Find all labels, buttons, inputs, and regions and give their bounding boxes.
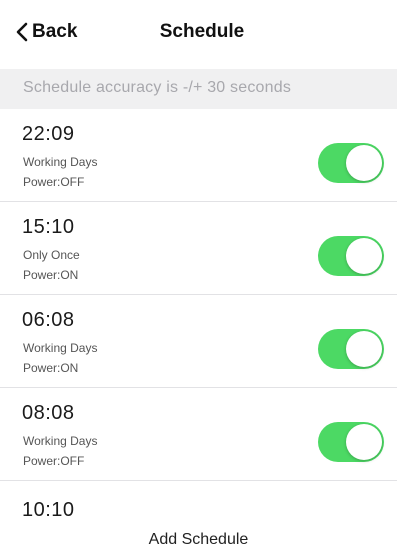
schedule-item[interactable]: 06:08 Working Days Power:ON [0, 295, 397, 388]
schedule-time: 15:10 [22, 216, 75, 238]
info-banner-text: Schedule accuracy is -/+ 30 seconds [23, 79, 292, 96]
schedule-repeat: Working Days [23, 341, 98, 355]
page-title: Schedule [159, 21, 245, 42]
schedule-toggle[interactable] [318, 236, 384, 276]
toggle-knob [346, 145, 382, 181]
schedule-time: 10:10 [22, 499, 75, 521]
schedule-item[interactable]: 15:10 Only Once Power:ON [0, 202, 397, 295]
schedule-power: Power:ON [23, 361, 79, 375]
schedule-toggle[interactable] [318, 422, 384, 462]
schedule-item[interactable]: 08:08 Working Days Power:OFF [0, 388, 397, 481]
toggle-knob [346, 238, 382, 274]
add-schedule-button[interactable]: Add Schedule [0, 523, 397, 557]
toggle-knob [346, 331, 382, 367]
schedule-toggle[interactable] [318, 329, 384, 369]
schedule-repeat: Only Once [23, 248, 80, 262]
schedule-time: 22:09 [22, 123, 75, 145]
info-banner: Schedule accuracy is -/+ 30 seconds [0, 69, 397, 109]
schedule-power: Power:OFF [23, 454, 85, 468]
schedule-item-partial[interactable]: 10:10 [0, 481, 397, 521]
schedule-repeat: Working Days [23, 434, 98, 448]
schedule-item[interactable]: 22:09 Working Days Power:OFF [0, 109, 397, 202]
toggle-knob [346, 424, 382, 460]
schedule-toggle[interactable] [318, 143, 384, 183]
schedule-time: 06:08 [22, 309, 75, 331]
nav-bar: Back Schedule [0, 0, 397, 62]
schedule-list: 22:09 Working Days Power:OFF 15:10 Only … [0, 109, 397, 481]
schedule-time: 08:08 [22, 402, 75, 424]
schedule-power: Power:OFF [23, 175, 85, 189]
schedule-repeat: Working Days [23, 155, 98, 169]
schedule-power: Power:ON [23, 268, 79, 282]
